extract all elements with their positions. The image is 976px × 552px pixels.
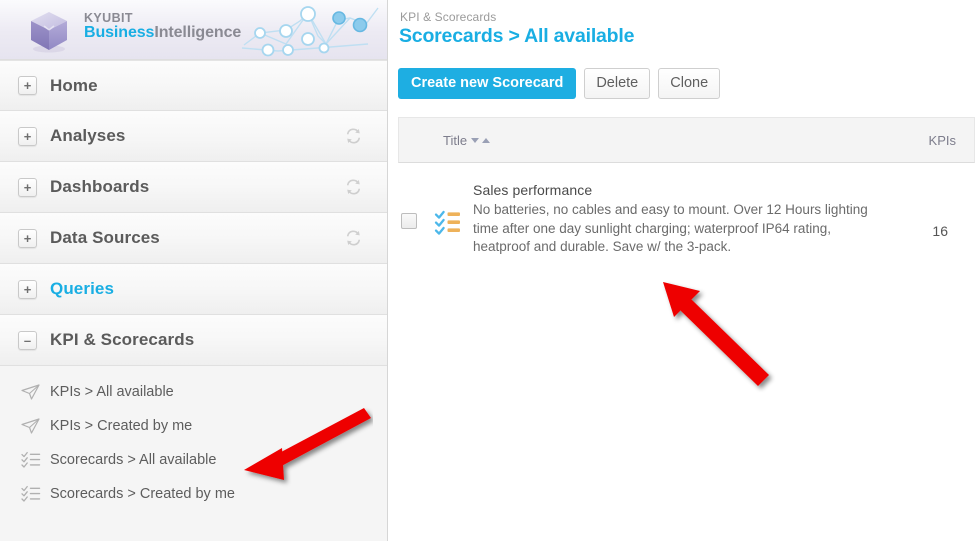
refresh-sync-icon[interactable]	[344, 178, 363, 197]
sidebar-item-analyses[interactable]: + Analyses	[0, 111, 387, 162]
sidebar-item-label: Dashboards	[50, 177, 150, 196]
scorecard-checklist-icon	[434, 210, 460, 235]
sidebar-item-scorecards-created-by-me[interactable]: Scorecards > Created by me	[0, 477, 387, 511]
toolbar: Create new Scorecard Delete Clone	[398, 68, 721, 99]
brand-wordmark: KYUBIT BusinessIntelligence	[84, 11, 242, 42]
network-chart-icon	[241, 6, 379, 57]
sidebar-item-kpis-all-available[interactable]: KPIs > All available	[0, 375, 387, 409]
sidebar-item-kpis-created-by-me[interactable]: KPIs > Created by me	[0, 409, 387, 443]
plus-expander-icon[interactable]: +	[18, 279, 37, 299]
column-header-kpis[interactable]: KPIs	[929, 133, 956, 148]
breadcrumb[interactable]: KPI & Scorecards	[400, 10, 496, 24]
sidebar-item-label: Home	[50, 75, 98, 95]
sidebar-item-home[interactable]: + Home	[0, 60, 387, 111]
brand-header: KYUBIT BusinessIntelligence	[0, 0, 387, 60]
sidebar-item-queries[interactable]: + Queries	[0, 264, 387, 315]
plus-expander-icon[interactable]: +	[18, 76, 37, 95]
brand-line-1: KYUBIT	[84, 11, 133, 25]
refresh-sync-icon[interactable]	[344, 127, 363, 146]
checklist-icon	[21, 451, 41, 468]
plus-expander-icon[interactable]: +	[18, 228, 37, 248]
sidebar-item-label: Queries	[50, 279, 115, 298]
sidebar-item-label: Analyses	[50, 126, 126, 145]
main-content: KPI & Scorecards Scorecards > All availa…	[389, 0, 976, 552]
row-checkbox[interactable]	[401, 213, 417, 229]
sidebar-subnav-list: KPIs > All available KPIs > Created by m…	[0, 366, 387, 511]
sidebar-subitem-label: KPIs > All available	[50, 384, 174, 400]
plus-expander-icon[interactable]: +	[18, 177, 37, 197]
sidebar-subitem-label: Scorecards > Created by me	[50, 486, 235, 502]
column-header-title[interactable]: Title	[443, 132, 491, 148]
sidebar-item-label: Data Sources	[50, 228, 160, 247]
brand-line-2: BusinessIntelligence	[84, 24, 242, 42]
plus-expander-icon[interactable]: +	[18, 126, 37, 146]
table-row[interactable]: Sales performance No batteries, no cable…	[398, 175, 975, 271]
delete-button[interactable]: Delete	[584, 68, 651, 99]
brand-business-text: Business	[84, 24, 155, 42]
table-header-row: Title KPIs	[398, 117, 975, 163]
caret-down-icon[interactable]	[471, 137, 480, 143]
brand-intelligence-text: Intelligence	[154, 24, 242, 42]
scorecard-kpi-count: 16	[932, 223, 948, 239]
minus-expander-icon[interactable]: –	[18, 330, 37, 350]
refresh-sync-icon[interactable]	[344, 229, 363, 248]
sidebar-subitem-label: KPIs > Created by me	[50, 418, 193, 434]
sidebar-item-kpi-scorecards[interactable]: – KPI & Scorecards	[0, 315, 387, 366]
paper-plane-icon	[21, 418, 40, 434]
scorecard-title[interactable]: Sales performance	[473, 182, 873, 198]
create-new-scorecard-button[interactable]: Create new Scorecard	[398, 68, 577, 99]
sidebar: KYUBIT BusinessIntelligence + Home + Ana…	[0, 0, 388, 541]
sort-controls[interactable]	[471, 137, 491, 143]
page-title: Scorecards > All available	[399, 25, 635, 47]
cube-icon	[31, 12, 67, 53]
app-window: KYUBIT BusinessIntelligence + Home + Ana…	[0, 0, 976, 552]
sidebar-item-scorecards-all-available[interactable]: Scorecards > All available	[0, 443, 387, 477]
sidebar-item-dashboards[interactable]: + Dashboards	[0, 162, 387, 213]
caret-up-icon[interactable]	[482, 137, 491, 143]
sidebar-item-data-sources[interactable]: + Data Sources	[0, 213, 387, 264]
sidebar-subitem-label: Scorecards > All available	[50, 452, 217, 468]
paper-plane-icon	[21, 384, 40, 400]
checklist-icon	[21, 485, 41, 502]
column-header-title-label: Title	[443, 132, 468, 148]
scorecard-description: No batteries, no cables and easy to moun…	[473, 202, 868, 255]
sidebar-item-label: KPI & Scorecards	[50, 330, 195, 349]
row-content: Sales performance No batteries, no cable…	[473, 182, 873, 257]
clone-button[interactable]: Clone	[658, 68, 721, 99]
sidebar-nav-list: + Home + Analyses + Dashboards + Data So…	[0, 60, 387, 366]
